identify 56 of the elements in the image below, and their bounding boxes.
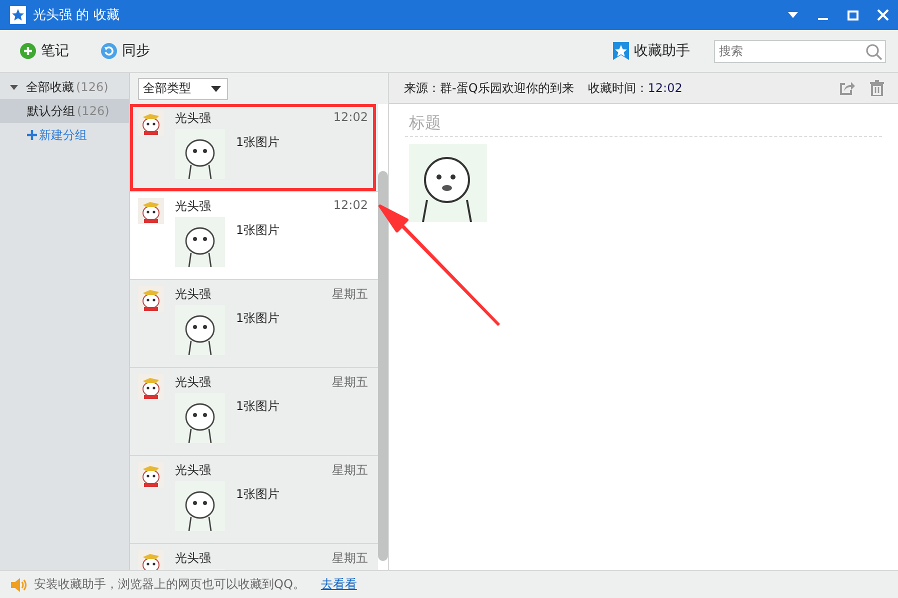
assistant-button[interactable]: 收藏助手 — [609, 40, 694, 62]
plus-icon — [20, 43, 36, 59]
scrollbar[interactable] — [378, 104, 388, 570]
item-summary: 1张图片 — [236, 134, 280, 151]
maximize-icon[interactable] — [846, 8, 860, 22]
app-logo-icon — [10, 6, 26, 24]
saved-time-label: 收藏时间： — [588, 80, 648, 96]
sidebar-item[interactable]: 默认分组 (126) — [0, 99, 129, 123]
status-link[interactable]: 去看看 — [320, 576, 357, 593]
item-time: 星期五 — [332, 286, 368, 303]
sender-name: 光头强 — [175, 286, 211, 303]
search-icon — [865, 42, 883, 60]
source-label: 来源：群-蛋Q乐园欢迎你的到来 — [404, 80, 574, 96]
item-summary: 1张图片 — [236, 222, 280, 239]
sticker-placeholder — [175, 129, 225, 179]
sticker-placeholder — [175, 305, 225, 355]
sticker-placeholder — [175, 217, 225, 267]
saved-time: 12:02 — [648, 81, 682, 95]
window-title: 光头强 的 收藏 — [33, 7, 120, 24]
sticker-placeholder — [175, 393, 225, 443]
plus-icon — [27, 130, 37, 140]
close-icon[interactable] — [876, 8, 890, 22]
item-time: 12:02 — [333, 198, 368, 214]
status-message: 安装收藏助手，浏览器上的网页也可以收藏到QQ。 — [34, 576, 305, 593]
share-icon[interactable] — [839, 80, 855, 96]
avatar-drawing — [138, 110, 164, 136]
dropdown-caret-icon — [211, 86, 221, 92]
sender-name: 光头强 — [175, 110, 211, 127]
favorite-item[interactable]: 光头强 12:02 1张图片 — [130, 192, 378, 280]
avatar-drawing — [138, 550, 164, 570]
sidebar-item[interactable]: 全部收藏 (126) — [0, 75, 129, 99]
sender-name: 光头强 — [175, 462, 211, 479]
trash-icon[interactable] — [869, 80, 885, 96]
sync-icon — [101, 43, 117, 59]
note-button[interactable]: 笔记 — [16, 40, 73, 62]
avatar-drawing — [138, 286, 164, 312]
sender-name: 光头强 — [175, 550, 211, 567]
item-time: 星期五 — [332, 462, 368, 479]
item-time: 12:02 — [333, 110, 368, 126]
avatar-drawing — [138, 462, 164, 488]
collapse-caret-icon — [9, 82, 19, 92]
speaker-icon — [10, 576, 28, 592]
sender-name: 光头强 — [175, 198, 211, 215]
item-summary: 1张图片 — [236, 310, 280, 327]
sticker-placeholder — [175, 481, 225, 531]
sender-name: 光头强 — [175, 374, 211, 391]
item-summary: 1张图片 — [236, 486, 280, 503]
item-time: 星期五 — [332, 550, 368, 567]
type-dropdown[interactable]: 全部类型 — [138, 78, 228, 100]
favorite-item[interactable]: 光头强 12:02 1张图片 — [130, 104, 378, 192]
item-summary: 1张图片 — [236, 398, 280, 415]
item-time: 星期五 — [332, 374, 368, 391]
avatar-drawing — [138, 198, 164, 224]
sync-button[interactable]: 同步 — [97, 40, 154, 62]
search-field[interactable]: 搜索 — [714, 40, 886, 62]
avatar-drawing — [138, 374, 164, 400]
